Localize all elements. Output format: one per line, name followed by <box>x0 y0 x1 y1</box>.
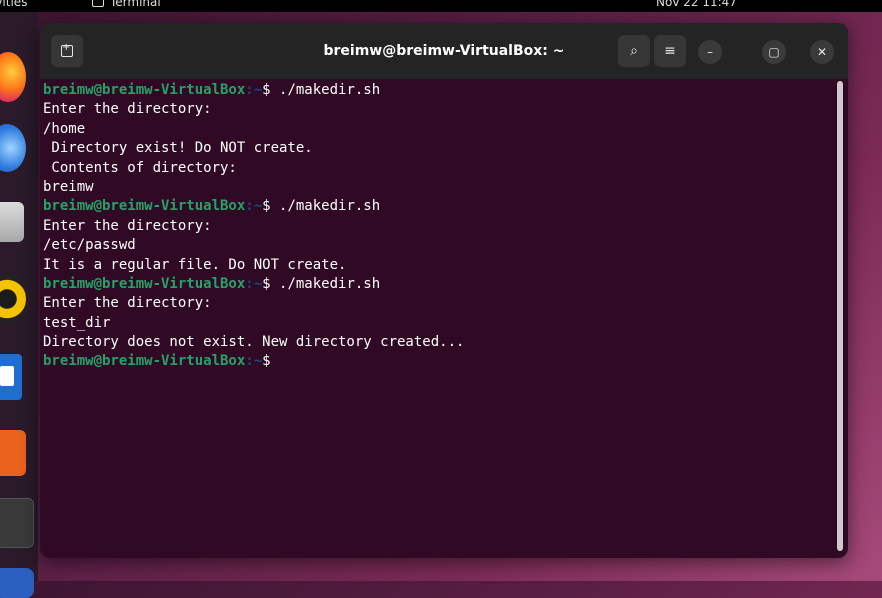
terminal-output[interactable]: breimw@breimw-VirtualBox:~$ ./makedir.sh… <box>43 81 833 551</box>
prompt-path: :~ <box>245 198 263 215</box>
output-line: Directory exist! Do NOT create. <box>43 140 313 157</box>
prompt-path: :~ <box>245 353 263 370</box>
output-line: Enter the directory: <box>43 217 212 234</box>
dock <box>0 12 38 598</box>
new-tab-button[interactable] <box>51 35 83 67</box>
prompt-line: breimw@breimw-VirtualBox:~$ ./makedir.sh <box>43 197 833 216</box>
app-menu-label: Terminal <box>110 0 161 9</box>
command-text: ./makedir.sh <box>270 275 381 292</box>
terminal-app-icon <box>92 0 104 7</box>
command-text: ./makedir.sh <box>270 198 381 215</box>
output-line: It is a regular file. Do NOT create. <box>43 256 347 273</box>
writer-icon[interactable] <box>0 354 22 400</box>
output-line: /home <box>43 120 86 137</box>
maximize-button[interactable]: ▢ <box>762 40 786 64</box>
prompt-user: breimw@breimw-VirtualBox <box>43 353 246 370</box>
rhythmbox-icon[interactable] <box>0 274 26 324</box>
output-line: Contents of directory: <box>43 159 237 176</box>
window-title: breimw@breimw-VirtualBox: ~ <box>323 43 565 59</box>
prompt-line: breimw@breimw-VirtualBox:~$ <box>43 352 833 371</box>
prompt-line: breimw@breimw-VirtualBox:~$ ./makedir.sh <box>43 275 833 294</box>
search-icon: ⌕ <box>630 43 638 59</box>
minimize-icon: – <box>707 45 713 59</box>
command-text: ./makedir.sh <box>270 82 381 98</box>
scrollbar[interactable] <box>837 81 843 551</box>
close-icon: ✕ <box>816 45 828 59</box>
files-icon[interactable] <box>0 202 24 242</box>
minimize-button[interactable]: – <box>698 40 722 64</box>
hamburger-menu-icon: ≡ <box>664 43 676 59</box>
output-line: Directory does not exist. New directory … <box>43 334 465 351</box>
search-button[interactable]: ⌕ <box>618 35 650 67</box>
top-bar: ivities Terminal Nov 22 11:47 <box>0 0 882 12</box>
menu-button[interactable]: ≡ <box>654 35 686 67</box>
terminal-icon[interactable] <box>0 498 34 548</box>
output-line: /etc/passwd <box>43 237 136 254</box>
maximize-icon: ▢ <box>768 45 780 59</box>
thunderbird-icon[interactable] <box>0 124 26 172</box>
software-icon[interactable] <box>0 430 26 476</box>
prompt-line: breimw@breimw-VirtualBox:~$ ./makedir.sh <box>43 81 833 100</box>
output-line: Enter the directory: <box>43 295 212 312</box>
output-line: test_dir <box>43 314 111 331</box>
prompt-symbol: $ <box>262 198 271 215</box>
app-menu[interactable]: Terminal <box>92 0 161 9</box>
close-button[interactable]: ✕ <box>810 40 834 64</box>
prompt-symbol: $ <box>262 275 271 292</box>
app-grid-icon[interactable] <box>0 568 34 598</box>
new-tab-icon <box>61 42 73 57</box>
prompt-path: :~ <box>245 275 263 292</box>
prompt-user: breimw@breimw-VirtualBox <box>43 82 246 98</box>
header-bar: breimw@breimw-VirtualBox: ~ ⌕ ≡ – ▢ ✕ <box>40 23 848 79</box>
firefox-icon[interactable] <box>0 52 26 102</box>
output-line: breimw <box>43 178 94 195</box>
output-line: Enter the directory: <box>43 101 212 118</box>
activities-button[interactable]: ivities <box>0 0 27 9</box>
prompt-user: breimw@breimw-VirtualBox <box>43 198 246 215</box>
clock[interactable]: Nov 22 11:47 <box>656 0 737 9</box>
prompt-user: breimw@breimw-VirtualBox <box>43 275 246 292</box>
prompt-symbol: $ <box>262 82 271 98</box>
prompt-path: :~ <box>245 82 263 98</box>
prompt-symbol: $ <box>262 353 271 370</box>
terminal-window: breimw@breimw-VirtualBox: ~ ⌕ ≡ – ▢ ✕ br… <box>40 23 848 558</box>
